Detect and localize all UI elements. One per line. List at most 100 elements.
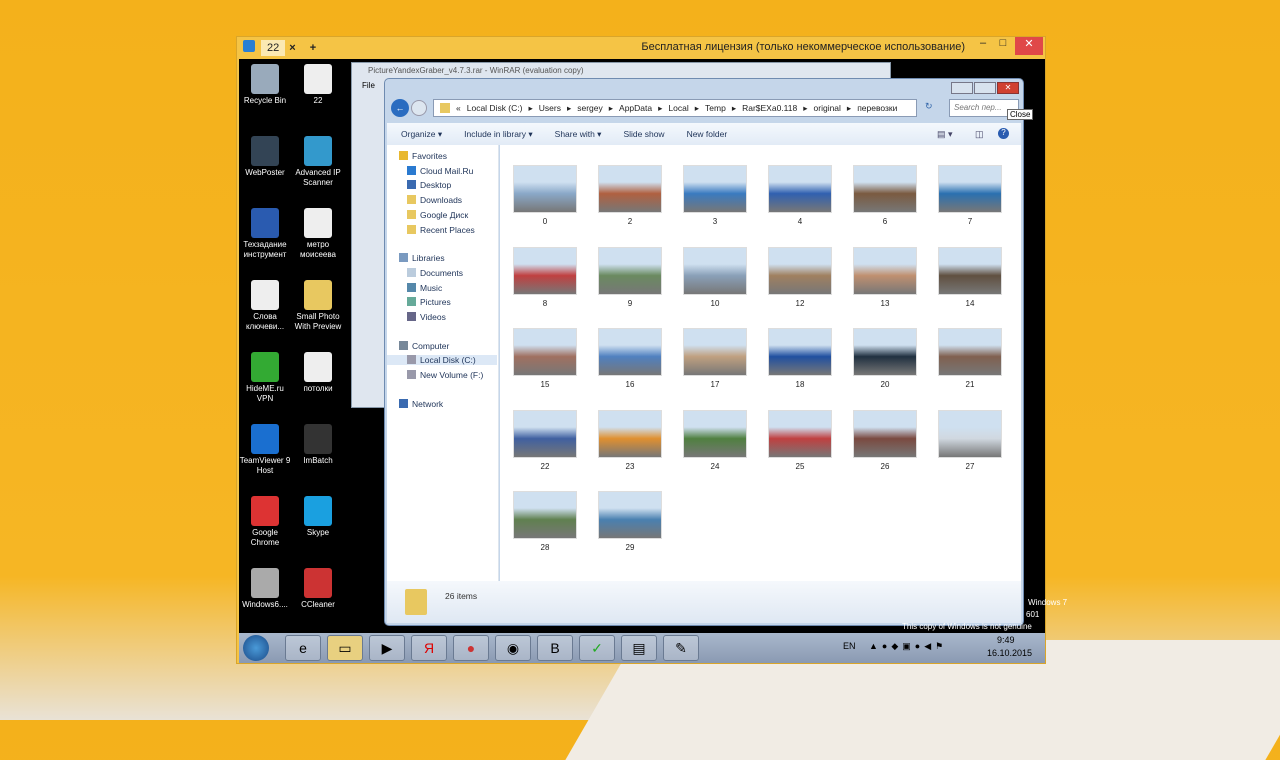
- refresh-icon[interactable]: ↻: [925, 101, 933, 112]
- desktop-icon[interactable]: Техзадание инструмент: [237, 208, 293, 260]
- file-thumbnail[interactable]: 14: [935, 246, 1005, 308]
- desktop-icon[interactable]: WebPoster: [237, 136, 293, 178]
- nav-item[interactable]: New Volume (F:): [407, 370, 483, 380]
- file-thumbnail[interactable]: 24: [680, 409, 750, 471]
- breadcrumb-item[interactable]: Local Disk (C:): [467, 103, 523, 113]
- file-thumbnail[interactable]: 29: [595, 491, 665, 552]
- desktop-icon[interactable]: CCleaner: [290, 568, 346, 610]
- file-thumbnail[interactable]: 9: [595, 246, 665, 308]
- taskbar-webposter[interactable]: ◉: [495, 635, 531, 661]
- desktop-icon[interactable]: потолки: [290, 352, 346, 394]
- tray-icons[interactable]: ▲●◆▣●◀⚑: [869, 641, 947, 652]
- breadcrumb-item[interactable]: «: [456, 103, 461, 113]
- file-thumbnail[interactable]: 23: [595, 409, 665, 471]
- new-tab-icon[interactable]: +: [310, 42, 316, 54]
- language-indicator[interactable]: EN: [843, 641, 856, 651]
- start-button[interactable]: [243, 635, 269, 661]
- breadcrumb-item[interactable]: sergey: [577, 103, 603, 113]
- desktop-icon[interactable]: 22: [290, 64, 346, 106]
- desktop-icon[interactable]: Слова ключеви...: [237, 280, 293, 332]
- desktop-icon[interactable]: Small Photo With Preview: [290, 280, 346, 332]
- desktop-icon[interactable]: ImBatch: [290, 424, 346, 466]
- file-thumbnail[interactable]: 25: [765, 409, 835, 471]
- clock-time[interactable]: 9:49: [997, 635, 1015, 645]
- toolbar-button[interactable]: Share with ▾: [555, 129, 602, 140]
- taskbar-explorer[interactable]: ▭: [327, 635, 363, 661]
- nav-item[interactable]: Documents: [407, 267, 463, 278]
- toolbar-button[interactable]: New folder: [687, 129, 728, 139]
- explorer-close-button[interactable]: ✕: [997, 82, 1019, 94]
- file-thumbnail[interactable]: 4: [765, 165, 835, 226]
- desktop-icon[interactable]: TeamViewer 9 Host: [237, 424, 293, 476]
- file-thumbnail[interactable]: 15: [510, 328, 580, 389]
- desktop-icon[interactable]: Advanced IP Scanner: [290, 136, 346, 188]
- breadcrumb-item[interactable]: Rar$EXa0.118: [742, 103, 797, 113]
- file-thumbnail[interactable]: 12: [765, 246, 835, 308]
- nav-item[interactable]: Network: [399, 398, 443, 409]
- toolbar-button[interactable]: Include in library ▾: [464, 129, 533, 140]
- nav-item[interactable]: Local Disk (C:): [387, 355, 497, 366]
- preview-pane-icon[interactable]: ◫: [975, 129, 984, 140]
- nav-item[interactable]: Favorites: [399, 151, 447, 161]
- file-thumbnail[interactable]: 18: [765, 328, 835, 389]
- nav-item[interactable]: Libraries: [399, 253, 445, 263]
- nav-item[interactable]: Recent Places: [407, 224, 475, 235]
- nav-item[interactable]: Downloads: [407, 195, 462, 205]
- file-thumbnail[interactable]: 13: [850, 246, 920, 308]
- file-thumbnail[interactable]: 7: [935, 165, 1005, 226]
- breadcrumb-item[interactable]: AppData: [619, 103, 652, 113]
- close-button[interactable]: ✕: [1015, 37, 1043, 55]
- nav-item[interactable]: Computer: [399, 340, 449, 351]
- back-button[interactable]: ←: [391, 99, 409, 117]
- file-thumbnail[interactable]: 6: [850, 165, 920, 226]
- breadcrumb-item[interactable]: original: [814, 103, 841, 113]
- taskbar-ie[interactable]: e: [285, 635, 321, 661]
- taskbar-app[interactable]: ✎: [663, 635, 699, 661]
- help-icon[interactable]: ?: [998, 128, 1009, 139]
- close-tab-icon[interactable]: ×: [289, 42, 295, 54]
- desktop-icon[interactable]: HideME.ru VPN: [237, 352, 293, 404]
- forward-button[interactable]: [411, 100, 427, 116]
- explorer-maximize-button[interactable]: [974, 82, 996, 94]
- breadcrumb-item[interactable]: Users: [539, 103, 561, 113]
- address-bar[interactable]: « Local Disk (C:) ▸ Users ▸ sergey ▸ AppData ▸ Lo…: [433, 99, 917, 117]
- file-thumbnail[interactable]: 28: [510, 491, 580, 552]
- taskbar-media[interactable]: ▶: [369, 635, 405, 661]
- nav-item[interactable]: Desktop: [407, 180, 451, 190]
- taskbar-imbatch[interactable]: B: [537, 635, 573, 661]
- explorer-minimize-button[interactable]: [951, 82, 973, 94]
- nav-item[interactable]: Google Диск: [407, 209, 468, 220]
- file-thumbnail[interactable]: 27: [935, 409, 1005, 471]
- file-thumbnail[interactable]: 17: [680, 328, 750, 389]
- toolbar-button[interactable]: Organize ▾: [401, 129, 442, 140]
- session-tab[interactable]: 22: [261, 40, 286, 56]
- file-thumbnail[interactable]: 21: [935, 328, 1005, 389]
- clock-date[interactable]: 16.10.2015: [987, 648, 1032, 658]
- desktop-icon[interactable]: Windows6....: [237, 568, 293, 610]
- desktop-icon[interactable]: Google Chrome: [237, 496, 293, 548]
- taskbar-winrar[interactable]: ▤: [621, 635, 657, 661]
- desktop-icon[interactable]: метро моисеева: [290, 208, 346, 260]
- file-thumbnail[interactable]: 20: [850, 328, 920, 389]
- file-thumbnail[interactable]: 10: [680, 246, 750, 308]
- file-thumbnail[interactable]: 3: [680, 165, 750, 226]
- file-thumbnail[interactable]: 26: [850, 409, 920, 471]
- nav-item[interactable]: Pictures: [407, 297, 451, 307]
- desktop-icon[interactable]: Recycle Bin: [237, 64, 293, 106]
- file-thumbnail[interactable]: 16: [595, 328, 665, 389]
- taskbar-yandex[interactable]: Я: [411, 635, 447, 661]
- toolbar-button[interactable]: Slide show: [623, 129, 664, 139]
- file-thumbnail[interactable]: 22: [510, 409, 580, 471]
- taskbar-check[interactable]: ✓: [579, 635, 615, 661]
- file-thumbnail[interactable]: 2: [595, 165, 665, 226]
- breadcrumb-item[interactable]: перевозки: [857, 103, 897, 113]
- file-thumbnail[interactable]: 8: [510, 246, 580, 308]
- breadcrumb-item[interactable]: Local: [668, 103, 688, 113]
- maximize-button[interactable]: □: [991, 37, 1015, 55]
- file-thumbnail[interactable]: 0: [510, 165, 580, 226]
- nav-item[interactable]: Cloud Mail.Ru: [407, 165, 473, 176]
- nav-item[interactable]: Videos: [407, 312, 446, 322]
- breadcrumb-item[interactable]: Temp: [705, 103, 726, 113]
- view-options-icon[interactable]: ▤ ▾: [937, 129, 953, 140]
- desktop-icon[interactable]: Skype: [290, 496, 346, 538]
